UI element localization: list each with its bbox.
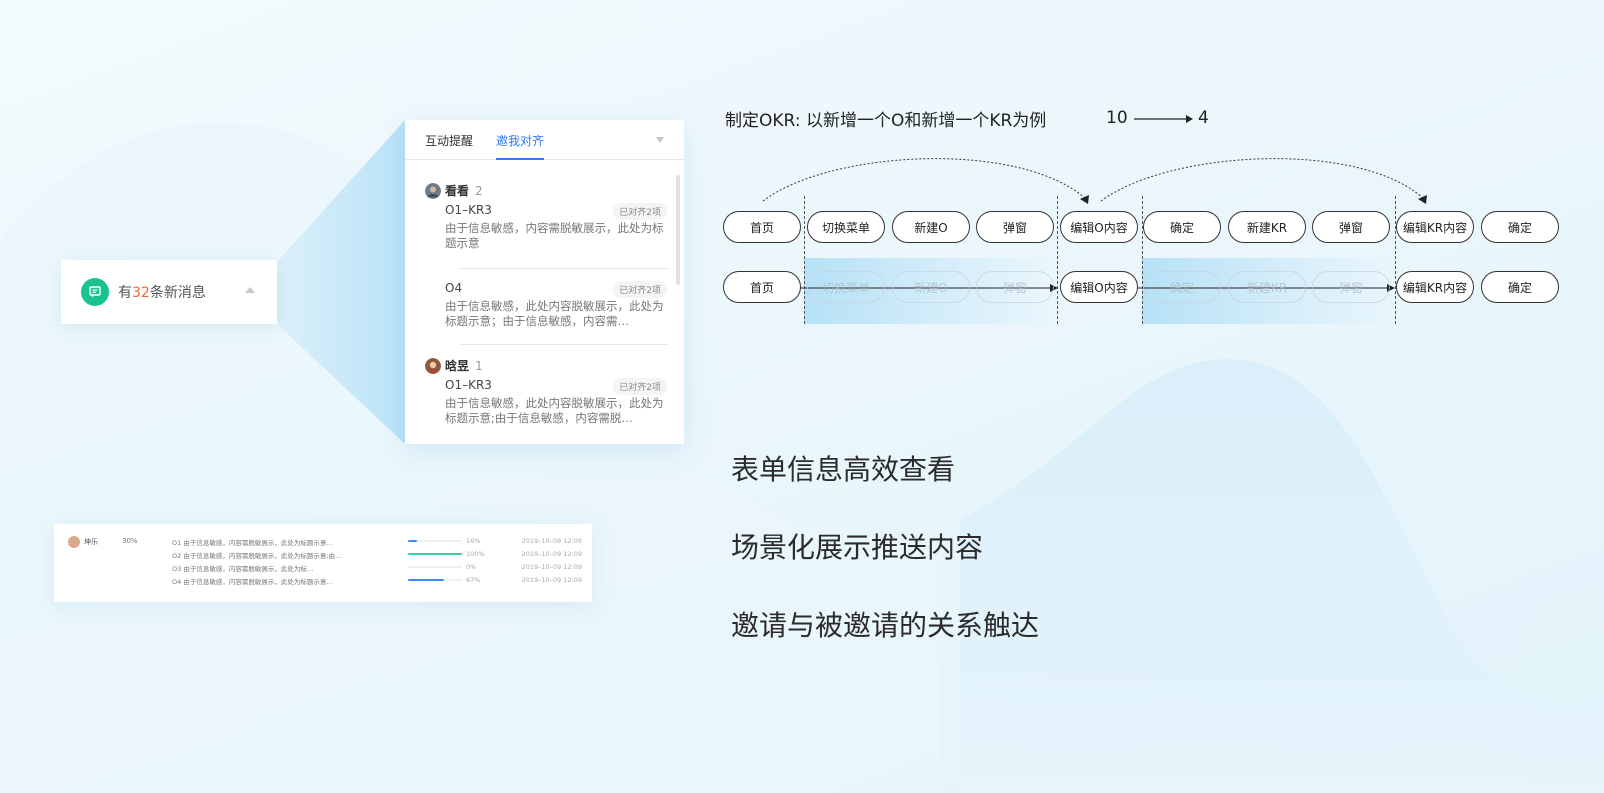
flow-step-node: 新建KR xyxy=(1228,271,1306,303)
flow-step-node: 弹窗 xyxy=(1312,271,1390,303)
flow-step-node: 新建O xyxy=(892,271,970,303)
flow-step-node: 首页 xyxy=(723,271,801,303)
flow-step-node: 确定 xyxy=(1143,211,1221,243)
flow-step-node: 编辑O内容 xyxy=(1060,271,1138,303)
flow-step-node: 确定 xyxy=(1481,271,1559,303)
feature-title: 表单信息高效查看 xyxy=(731,453,956,486)
feature-title: 邀请与被邀请的关系触达 xyxy=(731,609,1040,642)
flow-step-node: 切换菜单 xyxy=(807,211,885,243)
flow-step-node: 新建KR xyxy=(1228,211,1306,243)
flow-step-node: 确定 xyxy=(1143,271,1221,303)
flow-step-node: 弹窗 xyxy=(1312,211,1390,243)
flow-step-node: 弹窗 xyxy=(976,271,1054,303)
flow-step-node: 首页 xyxy=(723,211,801,243)
feature-title: 场景化展示推送内容 xyxy=(731,531,984,564)
flow-step-node: 弹窗 xyxy=(976,211,1054,243)
flow-step-node: 确定 xyxy=(1481,211,1559,243)
flow-step-node: 编辑KR内容 xyxy=(1396,211,1474,243)
flow-step-node: 新建O xyxy=(892,211,970,243)
flow-connectors xyxy=(762,158,1427,292)
flow-step-node: 编辑O内容 xyxy=(1060,211,1138,243)
flow-step-node: 编辑KR内容 xyxy=(1396,271,1474,303)
flow-step-node: 切换菜单 xyxy=(807,271,885,303)
